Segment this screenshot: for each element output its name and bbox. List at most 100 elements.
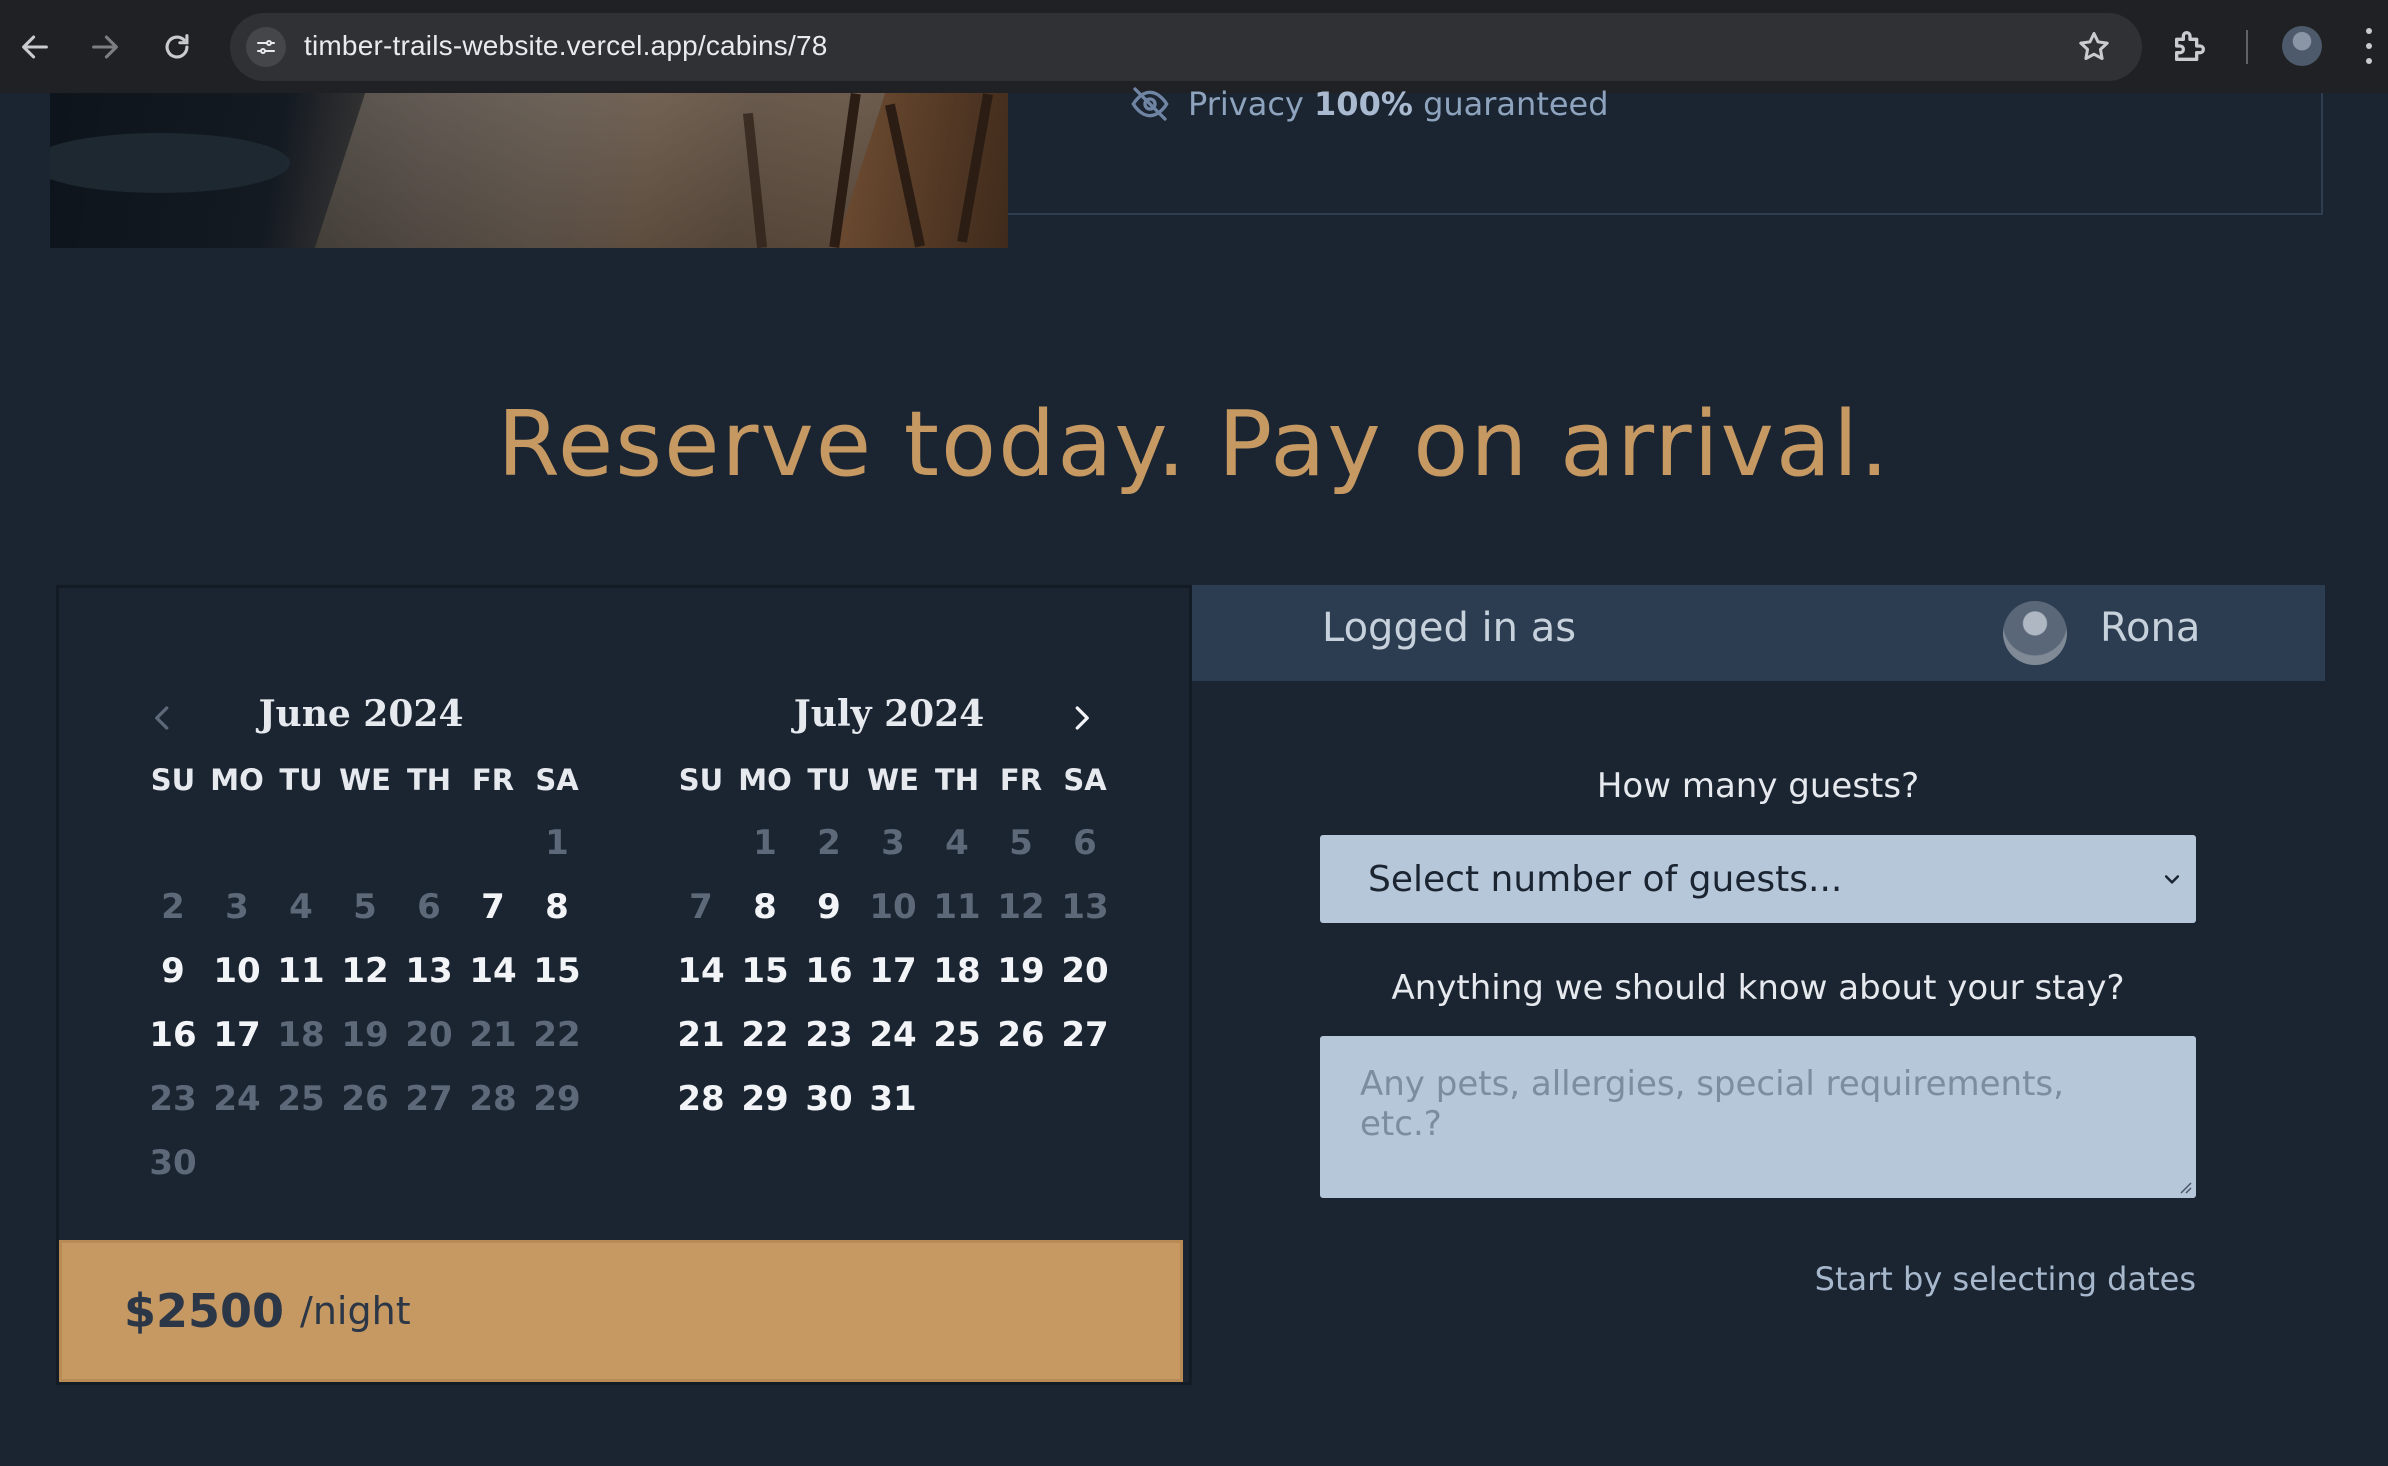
- day-cell-disabled: 21: [469, 1015, 517, 1055]
- logged-in-label: Logged in as: [1322, 605, 1577, 651]
- day-cell-available[interactable]: 11: [269, 939, 333, 1003]
- logged-in-bar: Logged in as Rona: [1192, 585, 2325, 681]
- day-cell-available[interactable]: 16: [797, 939, 861, 1003]
- price-unit: /night: [300, 1289, 411, 1333]
- day-cell-available[interactable]: 22: [733, 1003, 797, 1067]
- day-cell-disabled: 18: [277, 1015, 325, 1055]
- day-cell-available[interactable]: 10: [205, 939, 269, 1003]
- menu-icon[interactable]: [2362, 28, 2376, 64]
- day-cell-available[interactable]: 28: [669, 1067, 733, 1131]
- day-cell-available[interactable]: 27: [1053, 1003, 1117, 1067]
- day-cell-available[interactable]: 31: [861, 1067, 925, 1131]
- day-cell-available[interactable]: 17: [205, 1003, 269, 1067]
- user-avatar: [2003, 601, 2067, 665]
- day-cell-available[interactable]: 18: [925, 939, 989, 1003]
- weekday-label: SU: [678, 763, 724, 797]
- weekday-label: SA: [535, 763, 579, 797]
- day-cell-disabled: 4: [945, 823, 969, 863]
- day-cell-available[interactable]: 15: [733, 939, 797, 1003]
- day-cell-available[interactable]: 20: [1053, 939, 1117, 1003]
- day-cell-available[interactable]: 25: [925, 1003, 989, 1067]
- day-cell-available[interactable]: 24: [861, 1003, 925, 1067]
- weekday-label: FR: [999, 763, 1043, 797]
- day-cell-available[interactable]: 13: [397, 939, 461, 1003]
- day-cell-disabled: 13: [1061, 887, 1109, 927]
- day-cell-available[interactable]: 30: [797, 1067, 861, 1131]
- weekday-label: MO: [210, 763, 264, 797]
- month-july: July 2024 SU MO TU WE TH FR SA 1 2 3 4 5 6 7 8 9 10 11 12…: [669, 693, 1109, 1131]
- day-cell-available[interactable]: 9: [797, 875, 861, 939]
- extensions-icon[interactable]: [2170, 26, 2210, 66]
- day-cell-available[interactable]: 29: [733, 1067, 797, 1131]
- day-cell-disabled: 27: [405, 1079, 453, 1119]
- empty-cell: [141, 811, 205, 875]
- guests-label: How many guests?: [1596, 766, 1920, 806]
- reservation-heading: Reserve today. Pay on arrival.: [497, 392, 1891, 497]
- day-cell-disabled: 5: [353, 887, 377, 927]
- empty-cell: [461, 811, 525, 875]
- day-cell-available[interactable]: 15: [525, 939, 589, 1003]
- weekday-label: FR: [471, 763, 515, 797]
- chevron-down-icon: [2164, 875, 2180, 884]
- reload-icon[interactable]: [152, 22, 202, 72]
- weekday-label: SU: [150, 763, 196, 797]
- weekday-label: TH: [934, 763, 980, 797]
- day-cell-available[interactable]: 8: [525, 875, 589, 939]
- day-cell-available[interactable]: 14: [669, 939, 733, 1003]
- profile-avatar[interactable]: [2282, 26, 2322, 66]
- privacy-prefix: Privacy: [1188, 85, 1304, 123]
- month-caption: July 2024: [793, 693, 985, 735]
- day-cell-available[interactable]: 17: [861, 939, 925, 1003]
- day-cell-disabled: 25: [277, 1079, 325, 1119]
- day-cell-available[interactable]: 12: [333, 939, 397, 1003]
- back-icon[interactable]: [10, 22, 60, 72]
- empty-cell: [397, 811, 461, 875]
- day-cell-available[interactable]: 8: [733, 875, 797, 939]
- guests-select[interactable]: Select number of guests...: [1320, 835, 2196, 923]
- day-cell-disabled: 2: [817, 823, 841, 863]
- day-cell-available[interactable]: 7: [461, 875, 525, 939]
- day-cell-disabled: 26: [341, 1079, 389, 1119]
- notes-textarea[interactable]: Any pets, allergies, special requirement…: [1320, 1036, 2196, 1198]
- day-cell-disabled: 6: [417, 887, 441, 927]
- day-grid: 1 2 3 4 5 6 7 8 9 10 11 12 13 14 15 16 17 18 19 20 21 22 23 24 2…: [141, 811, 581, 1195]
- empty-cell: [205, 811, 269, 875]
- weekday-label: SA: [1063, 763, 1107, 797]
- day-cell-disabled: 1: [545, 823, 569, 863]
- weekday-label: WE: [867, 763, 919, 797]
- day-cell-disabled: 6: [1073, 823, 1097, 863]
- day-cell-available[interactable]: 16: [141, 1003, 205, 1067]
- guests-select-value: Select number of guests...: [1368, 858, 1843, 900]
- bookmark-star-icon[interactable]: [2076, 29, 2112, 65]
- day-cell-disabled: 30: [149, 1143, 197, 1183]
- weekday-label: WE: [339, 763, 391, 797]
- site-settings-icon[interactable]: [246, 27, 286, 67]
- day-cell-disabled: 10: [869, 887, 917, 927]
- day-cell-disabled: 4: [289, 887, 313, 927]
- day-cell-available[interactable]: 9: [141, 939, 205, 1003]
- user-name: Rona: [2100, 605, 2201, 651]
- day-cell-disabled: 23: [149, 1079, 197, 1119]
- day-cell-disabled: 5: [1009, 823, 1033, 863]
- month-caption: June 2024: [258, 693, 464, 735]
- toolbar-divider: [2246, 30, 2248, 64]
- day-cell-disabled: 3: [881, 823, 905, 863]
- day-cell-available[interactable]: 19: [989, 939, 1053, 1003]
- day-cell-available[interactable]: 21: [669, 1003, 733, 1067]
- day-cell-disabled: 2: [161, 887, 185, 927]
- day-cell-available[interactable]: 14: [461, 939, 525, 1003]
- day-cell-disabled: 7: [689, 887, 713, 927]
- day-cell-disabled: 29: [533, 1079, 581, 1119]
- notes-label: Anything we should know about your stay?: [1391, 968, 2125, 1008]
- price-bar: $2500 /night: [59, 1240, 1183, 1382]
- cabin-photo: [50, 93, 1008, 248]
- day-cell-disabled: 12: [997, 887, 1045, 927]
- address-bar[interactable]: timber-trails-website.vercel.app/cabins/…: [230, 13, 2142, 81]
- day-cell-disabled: 22: [533, 1015, 581, 1055]
- day-cell-available[interactable]: 23: [797, 1003, 861, 1067]
- day-cell-disabled: 28: [469, 1079, 517, 1119]
- resize-grip-icon[interactable]: [2178, 1180, 2192, 1194]
- forward-icon[interactable]: [80, 22, 130, 72]
- day-cell-available[interactable]: 26: [989, 1003, 1053, 1067]
- day-grid: 1 2 3 4 5 6 7 8 9 10 11 12 13 14 15 16 17 18 19 20 21 22 23 24 2…: [669, 811, 1109, 1131]
